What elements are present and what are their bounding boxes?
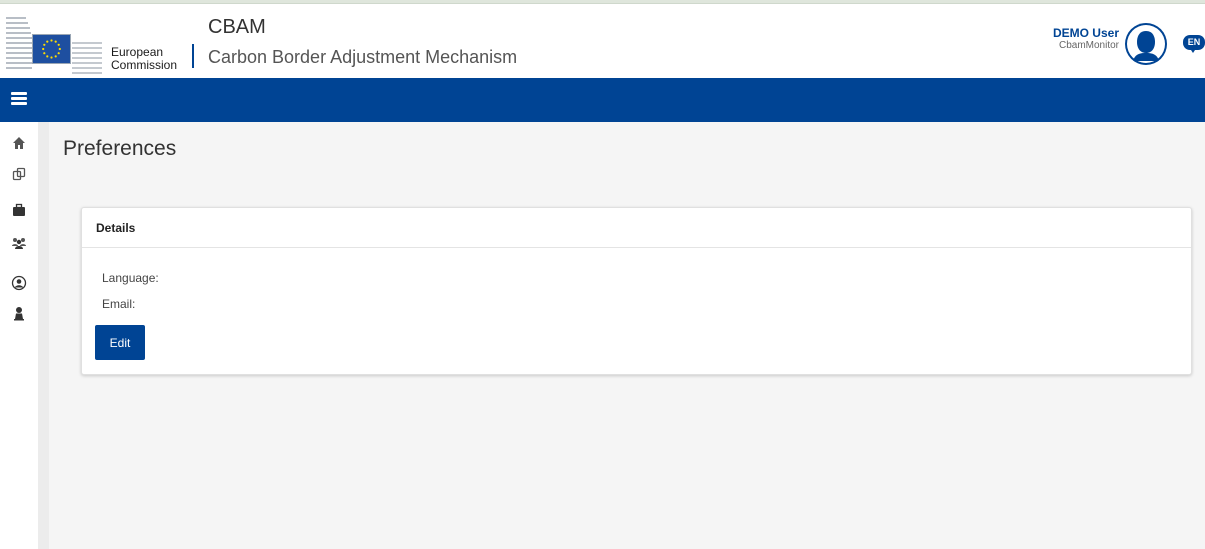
app-subtitle: Carbon Border Adjustment Mechanism [208,47,518,67]
details-card: Details Language: Email: Edit [81,207,1192,375]
nav-bar [0,78,1205,122]
sidebar-edge [38,122,49,549]
page-title: Preferences [63,137,177,160]
app-header: European Commission CBAM Carbon Border A… [0,4,1205,78]
user-circle-icon[interactable] [11,275,27,291]
email-label: Email: [102,297,136,311]
card-title: Details [96,221,136,235]
speech-bubble-icon: EN [1183,35,1205,50]
header-separator [192,44,194,68]
user-avatar-icon[interactable] [1125,23,1167,65]
user-role: CbamMonitor [1058,40,1119,51]
app-title: CBAM [208,16,266,38]
logo-building-graphic [6,13,34,73]
european-commission-logo[interactable]: European Commission [6,13,196,74]
user-name: DEMO User [1052,26,1119,40]
card-header: Details [82,208,1191,248]
sidebar [0,122,38,549]
eu-flag-icon [32,34,71,64]
copy-icon[interactable] [11,166,27,182]
hamburger-menu-icon[interactable] [11,92,27,106]
organization-name: European Commission [111,45,178,72]
home-icon[interactable] [11,135,27,151]
user-icon[interactable] [11,305,27,321]
briefcase-icon[interactable] [11,202,27,218]
edit-button[interactable]: Edit [95,325,145,360]
language-selector-button[interactable]: EN [1183,35,1205,53]
logo-wing-graphic [72,22,102,74]
users-icon[interactable] [11,235,27,251]
language-label: Language: [102,271,159,285]
user-info[interactable]: DEMO User CbamMonitor [1052,26,1119,52]
